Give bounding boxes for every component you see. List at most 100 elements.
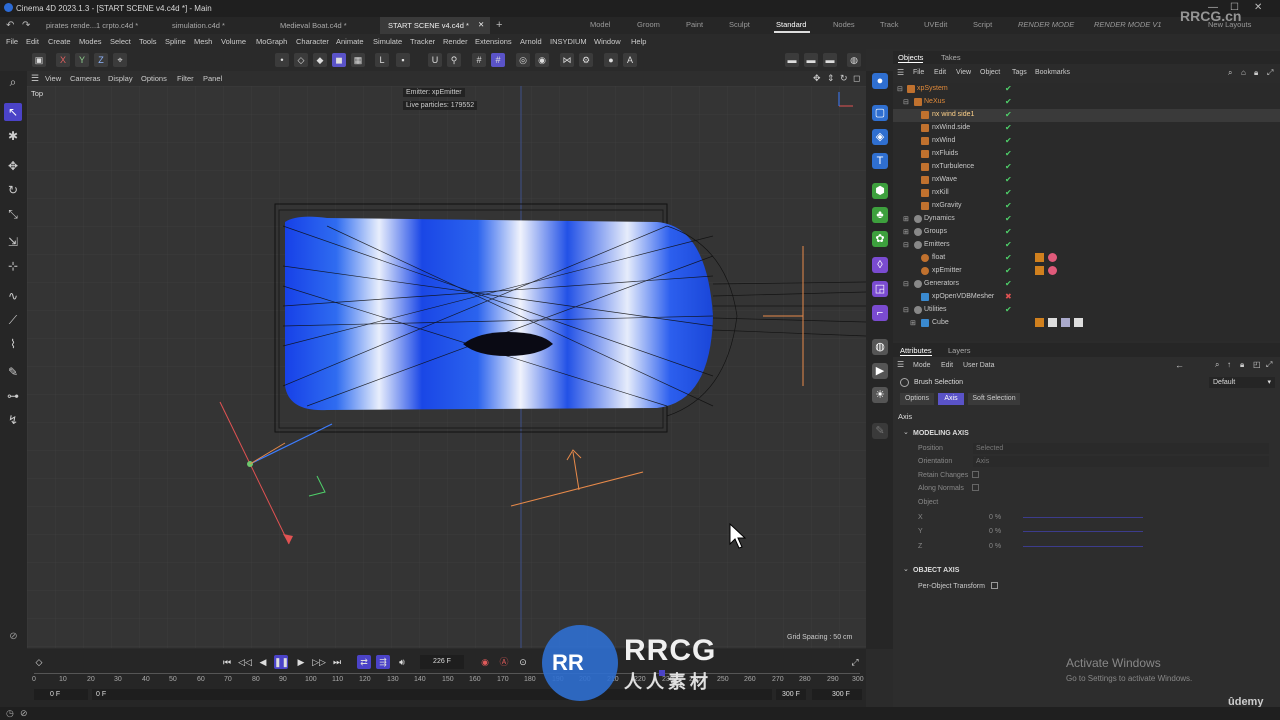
attributes-hamburger-icon[interactable]: ☰ <box>897 360 904 369</box>
axis-mode-icon[interactable]: L <box>375 53 389 67</box>
new-tab-icon[interactable]: + <box>496 19 502 31</box>
next-key-icon[interactable]: ▷▷ <box>312 655 326 669</box>
object-row-utilities[interactable]: ⊟ Utilities <box>893 304 1280 317</box>
menu-modes[interactable]: Modes <box>79 37 102 46</box>
render-view-icon[interactable]: ▬ <box>785 53 799 67</box>
expand-icon[interactable]: ⊞ <box>903 228 909 236</box>
viewport-menu-display[interactable]: Display <box>108 74 133 83</box>
snap-enable-icon[interactable]: # <box>491 53 505 67</box>
objects-lock-icon[interactable]: 🔒︎ <box>1254 68 1258 78</box>
tag-icon[interactable] <box>1035 318 1044 327</box>
attributes-search-icon[interactable]: ⌕ <box>1215 360 1219 370</box>
sculpt-tool-icon[interactable]: ↯ <box>4 411 22 429</box>
object-row-nxgravity[interactable]: nxGravity <box>893 200 1280 213</box>
menu-render[interactable]: Render <box>443 37 468 46</box>
menu-spline[interactable]: Spline <box>165 37 186 46</box>
attributes-new-icon[interactable]: ◰ <box>1253 360 1261 369</box>
viewport-menu-options[interactable]: Options <box>141 74 167 83</box>
lock-workplane-icon[interactable]: ⚲ <box>447 53 461 67</box>
z-value[interactable]: 0 % <box>989 543 1001 550</box>
attributes-menu-mode[interactable]: Mode <box>913 362 931 369</box>
checkmark-icon[interactable]: ✔ <box>1005 305 1012 314</box>
menu-volume[interactable]: Volume <box>221 37 246 46</box>
preset-dropdown[interactable]: Default ▾ <box>1209 377 1275 388</box>
collapse-chevron-icon[interactable]: ⌄ <box>903 428 909 436</box>
checkmark-icon[interactable]: ✔ <box>1005 136 1012 145</box>
object-row-nxwave[interactable]: nxWave <box>893 174 1280 187</box>
layout-standard[interactable]: Standard <box>776 20 806 29</box>
checkmark-icon[interactable]: ✔ <box>1005 84 1012 93</box>
camera-icon[interactable]: ▶ <box>872 363 888 379</box>
object-row-nxfluids[interactable]: nxFluids <box>893 148 1280 161</box>
effector-icon[interactable]: ✿ <box>872 231 888 247</box>
objects-expand-icon[interactable]: ⤢ <box>1267 68 1273 78</box>
objects-menu-object[interactable]: Object <box>980 69 1000 76</box>
per-object-transform-checkbox[interactable] <box>991 582 998 589</box>
playback-rate-icon[interactable]: ⇶ <box>376 655 390 669</box>
previous-frame-icon[interactable]: ◀ <box>256 655 270 669</box>
z-slider[interactable] <box>1023 546 1143 547</box>
lock-y-icon[interactable]: Y <box>75 53 89 67</box>
menu-edit[interactable]: Edit <box>26 37 39 46</box>
x-value[interactable]: 0 % <box>989 514 1001 521</box>
sound-icon[interactable]: 🔊︎ <box>395 655 409 669</box>
checkmark-icon[interactable]: ✔ <box>1005 266 1012 275</box>
object-row-emitters[interactable]: ⊟ Emitters <box>893 239 1280 252</box>
record-keys-icon[interactable]: ◉ <box>478 655 492 669</box>
preview-start-field[interactable]: 0 F <box>34 689 88 700</box>
checkmark-icon[interactable]: ✔ <box>1005 110 1012 119</box>
tag-icon[interactable] <box>1035 266 1044 275</box>
menu-simulate[interactable]: Simulate <box>373 37 402 46</box>
edges-mode-icon[interactable]: ◇ <box>294 53 308 67</box>
checkmark-icon[interactable]: ✔ <box>1005 279 1012 288</box>
live-selection-icon[interactable]: ✱ <box>4 127 22 145</box>
environment-icon[interactable]: ◍ <box>872 339 888 355</box>
collapse-icon[interactable]: ⊟ <box>903 280 909 288</box>
timeline-ruler[interactable] <box>34 673 860 674</box>
objects-menu-edit[interactable]: Edit <box>934 69 946 76</box>
doc-tab-medieval-boat[interactable]: Medieval Boat.c4d * <box>272 17 355 34</box>
tag-icon[interactable] <box>1048 266 1057 275</box>
checkmark-icon[interactable]: ✔ <box>1005 227 1012 236</box>
checkmark-icon[interactable]: ✔ <box>1005 214 1012 223</box>
tag-icon[interactable] <box>1061 318 1070 327</box>
symmetry-icon[interactable]: ⋈ <box>560 53 574 67</box>
objects-menu-view[interactable]: View <box>956 69 971 76</box>
layout-script[interactable]: Script <box>973 20 992 29</box>
menu-insydium[interactable]: INSYDIUM <box>550 37 587 46</box>
checkmark-icon[interactable]: ✔ <box>1005 97 1012 106</box>
arnold-icon[interactable]: A <box>623 53 637 67</box>
rotate-tool-icon[interactable]: ↻ <box>4 181 22 199</box>
checkmark-icon[interactable]: ✔ <box>1005 201 1012 210</box>
y-slider[interactable] <box>1023 531 1143 532</box>
rotate-view-icon[interactable]: ↻ <box>840 73 848 84</box>
subdivision-generator-icon[interactable]: ⬢ <box>872 183 888 199</box>
object-row-xpopenvdbmesher[interactable]: xpOpenVDBMesher <box>893 291 1280 304</box>
previous-key-icon[interactable]: ◁◁ <box>238 655 252 669</box>
objects-menu-file[interactable]: File <box>913 69 924 76</box>
tab-attributes[interactable]: Attributes <box>900 346 932 356</box>
tag-icon[interactable] <box>1048 318 1057 327</box>
object-row-nxkill[interactable]: nxKill <box>893 187 1280 200</box>
attributes-up-icon[interactable]: ↑ <box>1227 360 1231 369</box>
viewport-menu-view[interactable]: View <box>45 74 61 83</box>
viewport-menu-cameras[interactable]: Cameras <box>70 74 100 83</box>
move-tool-icon[interactable]: ✥ <box>4 157 22 175</box>
checkmark-icon[interactable]: ✔ <box>1005 162 1012 171</box>
objects-menu-bookmarks[interactable]: Bookmarks <box>1035 69 1070 76</box>
keyframe-mode-icon[interactable]: ◇ <box>32 655 46 669</box>
expand-icon[interactable]: ⊞ <box>903 215 909 223</box>
subtab-axis[interactable]: Axis <box>938 393 964 405</box>
tweak-mode-icon[interactable]: ▪ <box>396 53 410 67</box>
expand-icon[interactable]: ⊘ <box>0 631 27 649</box>
objects-hamburger-icon[interactable]: ☰ <box>897 68 904 77</box>
transform-tool-icon[interactable]: ⇲ <box>4 233 22 251</box>
checkmark-icon[interactable]: ✔ <box>1005 175 1012 184</box>
settings-gear-icon[interactable]: ⚙ <box>579 53 593 67</box>
tag-icon[interactable] <box>1048 253 1057 262</box>
undo-icon[interactable]: ↶ <box>6 20 14 31</box>
lock-x-icon[interactable]: X <box>56 53 70 67</box>
objects-menu-tags[interactable]: Tags <box>1012 69 1027 76</box>
search-command-icon[interactable]: ◍ <box>847 53 861 67</box>
smooth-tool-icon[interactable]: ⊶ <box>4 387 22 405</box>
